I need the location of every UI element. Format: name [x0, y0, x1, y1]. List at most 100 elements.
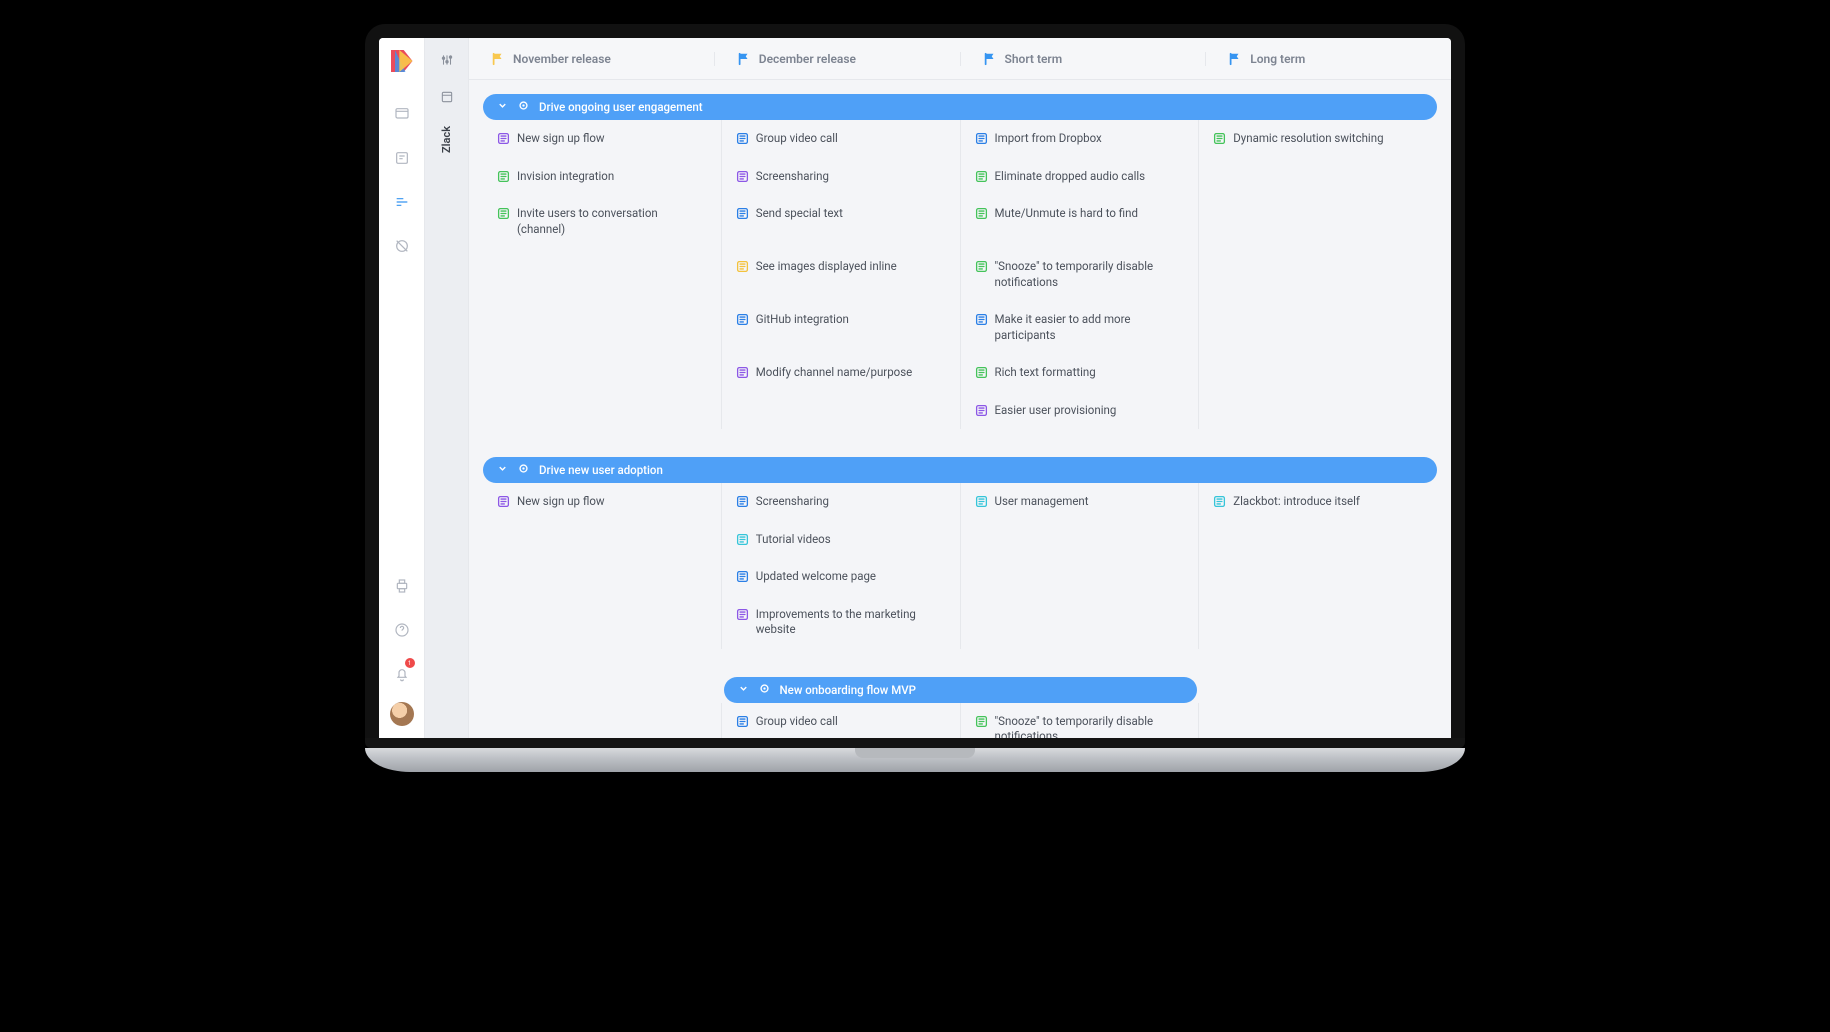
- board-cell[interactable]: Screensharing: [722, 158, 961, 196]
- nav-discover-icon[interactable]: [379, 224, 425, 268]
- card[interactable]: Invision integration: [495, 166, 709, 188]
- board-cell[interactable]: [1199, 158, 1437, 196]
- board-scroll[interactable]: Drive ongoing user engagement New sign u…: [469, 80, 1451, 738]
- board-cell[interactable]: [1199, 558, 1437, 596]
- board-cell[interactable]: Import from Dropbox: [961, 120, 1200, 158]
- card[interactable]: Updated welcome page: [734, 566, 948, 588]
- board-cell[interactable]: [483, 596, 722, 649]
- card[interactable]: Send special text: [734, 203, 948, 225]
- board-cell[interactable]: Dynamic resolution switching: [1199, 120, 1437, 158]
- board-cell[interactable]: Make it easier to add more participants: [961, 301, 1200, 354]
- board-cell[interactable]: [1199, 521, 1437, 559]
- board-cell[interactable]: Eliminate dropped audio calls: [961, 158, 1200, 196]
- board-cell[interactable]: Screensharing: [722, 483, 961, 521]
- card[interactable]: Improvements to the marketing website: [734, 604, 948, 641]
- app-logo-icon[interactable]: [391, 50, 413, 72]
- board-cell[interactable]: New sign up flow: [483, 120, 722, 158]
- board-cell[interactable]: [483, 392, 722, 430]
- card[interactable]: Dynamic resolution switching: [1211, 128, 1425, 150]
- card-title: Mute/Unmute is hard to find: [995, 206, 1185, 222]
- board-cell[interactable]: Improvements to the marketing website: [722, 596, 961, 649]
- card[interactable]: Screensharing: [734, 491, 948, 513]
- card[interactable]: "Snooze" to temporarily disable notifica…: [973, 711, 1187, 738]
- app-screen: 1 Zlack November release: [379, 38, 1451, 738]
- swimlane-header[interactable]: New onboarding flow MVP: [724, 677, 1197, 703]
- board-cell[interactable]: [961, 558, 1200, 596]
- target-icon: [518, 463, 529, 477]
- card[interactable]: Eliminate dropped audio calls: [973, 166, 1187, 188]
- column-header[interactable]: Long term: [1206, 52, 1451, 66]
- board-cell[interactable]: Zlackbot: introduce itself: [1199, 483, 1437, 521]
- subnav-settings-icon[interactable]: [440, 52, 454, 71]
- card[interactable]: Zlackbot: introduce itself: [1211, 491, 1425, 513]
- card-flag-icon: [975, 715, 988, 728]
- board-cell[interactable]: [483, 354, 722, 392]
- board-cell[interactable]: [1199, 354, 1437, 392]
- board-cell[interactable]: "Snooze" to temporarily disable notifica…: [961, 248, 1200, 301]
- board-cell[interactable]: [1199, 703, 1437, 738]
- card-flag-icon: [975, 260, 988, 273]
- nav-roadmap-icon[interactable]: [379, 180, 425, 224]
- chevron-down-icon: [738, 683, 749, 697]
- board-cell[interactable]: Mute/Unmute is hard to find: [961, 195, 1200, 248]
- subnav-board-icon[interactable]: [440, 89, 454, 108]
- column-header[interactable]: December release: [715, 52, 961, 66]
- board-cell[interactable]: Rich text formatting: [961, 354, 1200, 392]
- board-cell[interactable]: Group video call: [722, 703, 961, 738]
- card[interactable]: Easier user provisioning: [973, 400, 1187, 422]
- column-header[interactable]: November release: [469, 52, 715, 66]
- card[interactable]: See images displayed inline: [734, 256, 948, 278]
- board-cell[interactable]: [1199, 248, 1437, 301]
- board-cell[interactable]: Group video call: [722, 120, 961, 158]
- board-cell[interactable]: [1199, 596, 1437, 649]
- card[interactable]: Invite users to conversation (channel): [495, 203, 709, 240]
- board-cell[interactable]: New sign up flow: [483, 483, 722, 521]
- card[interactable]: Import from Dropbox: [973, 128, 1187, 150]
- nav-notes-icon[interactable]: [379, 136, 425, 180]
- card[interactable]: Group video call: [734, 128, 948, 150]
- nav-notifications-icon[interactable]: 1: [379, 652, 425, 696]
- board-cell[interactable]: [483, 703, 722, 738]
- card-title: Make it easier to add more participants: [995, 312, 1185, 343]
- board-cell[interactable]: User management: [961, 483, 1200, 521]
- card[interactable]: Rich text formatting: [973, 362, 1187, 384]
- board-cell[interactable]: GitHub integration: [722, 301, 961, 354]
- card[interactable]: "Snooze" to temporarily disable notifica…: [973, 256, 1187, 293]
- board-cell[interactable]: Send special text: [722, 195, 961, 248]
- board-cell[interactable]: [483, 301, 722, 354]
- board-cell[interactable]: Modify channel name/purpose: [722, 354, 961, 392]
- card[interactable]: Screensharing: [734, 166, 948, 188]
- card[interactable]: User management: [973, 491, 1187, 513]
- user-avatar[interactable]: [390, 702, 414, 726]
- nav-help-icon[interactable]: [379, 608, 425, 652]
- board-cell[interactable]: [722, 392, 961, 430]
- card[interactable]: Tutorial videos: [734, 529, 948, 551]
- board-cell[interactable]: [961, 521, 1200, 559]
- board-cell[interactable]: Updated welcome page: [722, 558, 961, 596]
- board-cell[interactable]: [1199, 195, 1437, 248]
- board-cell[interactable]: [1199, 301, 1437, 354]
- board-cell[interactable]: Invite users to conversation (channel): [483, 195, 722, 248]
- card[interactable]: Group video call: [734, 711, 948, 733]
- board-cell[interactable]: [1199, 392, 1437, 430]
- board-cell[interactable]: [483, 248, 722, 301]
- swimlane-header[interactable]: Drive new user adoption: [483, 457, 1437, 483]
- nav-inbox-icon[interactable]: [379, 92, 425, 136]
- board-cell[interactable]: Easier user provisioning: [961, 392, 1200, 430]
- column-header[interactable]: Short term: [961, 52, 1207, 66]
- card[interactable]: New sign up flow: [495, 128, 709, 150]
- card[interactable]: Make it easier to add more participants: [973, 309, 1187, 346]
- card[interactable]: New sign up flow: [495, 491, 709, 513]
- board-cell[interactable]: "Snooze" to temporarily disable notifica…: [961, 703, 1200, 738]
- card[interactable]: Mute/Unmute is hard to find: [973, 203, 1187, 225]
- board-cell[interactable]: [483, 558, 722, 596]
- board-cell[interactable]: [483, 521, 722, 559]
- board-cell[interactable]: See images displayed inline: [722, 248, 961, 301]
- swimlane-header[interactable]: Drive ongoing user engagement: [483, 94, 1437, 120]
- card[interactable]: Modify channel name/purpose: [734, 362, 948, 384]
- board-cell[interactable]: Tutorial videos: [722, 521, 961, 559]
- board-cell[interactable]: Invision integration: [483, 158, 722, 196]
- board-cell[interactable]: [961, 596, 1200, 649]
- card[interactable]: GitHub integration: [734, 309, 948, 331]
- nav-print-icon[interactable]: [379, 564, 425, 608]
